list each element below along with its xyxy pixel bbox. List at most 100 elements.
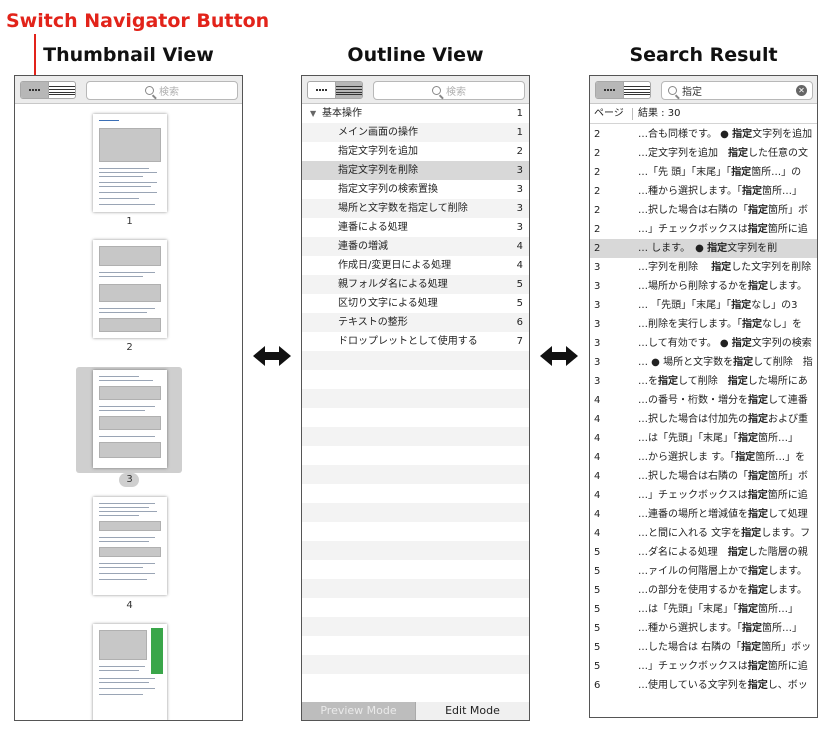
outline-item[interactable]: 場所と文字数を指定して削除 3	[302, 199, 529, 218]
outline-list: ▼ 基本操作 1 メイン画面の操作 1 指定文字列を追加 2 指定文字列を削除 3 指定文字列の検…	[302, 104, 529, 693]
search-result-row[interactable]: 6 …使用している文字列を指定し、ボッ	[590, 676, 817, 695]
search-input[interactable]: 検索	[373, 81, 525, 100]
grid-icon	[308, 86, 335, 95]
result-excerpt: …種から選択します。「指定箇所…」	[638, 186, 802, 197]
search-placeholder: 検索	[446, 87, 466, 98]
outline-mode-button[interactable]	[47, 82, 75, 98]
result-excerpt: …択した場合は付加先の指定および重	[638, 414, 808, 425]
query-highlight: 指定	[727, 547, 748, 558]
search-result-row[interactable]: 4 …」チェックボックスは指定箇所に追	[590, 486, 817, 505]
search-result-row[interactable]: 3 …場所から削除するかを指定します。	[590, 277, 817, 296]
outline-item[interactable]: 連番の増減 4	[302, 237, 529, 256]
page-thumbnail-1[interactable]	[93, 114, 167, 212]
search-result-row[interactable]: 4 …と間に入れる 文字を指定します。フ	[590, 524, 817, 543]
query-highlight: 指定	[748, 395, 768, 406]
search-result-row[interactable]: 3 … ● 場所と文字数を指定して削除 指	[590, 353, 817, 372]
result-page-number: 4	[594, 433, 601, 444]
search-result-row[interactable]: 4 …連番の場所と増減値を指定して処理	[590, 505, 817, 524]
outline-item-title: 区切り文字による処理	[338, 298, 438, 309]
query-highlight: 指定	[733, 357, 754, 368]
query-highlight: 指定	[742, 319, 762, 330]
query-highlight: 指定	[742, 623, 762, 634]
search-result-row[interactable]: 3 … 「先頭」「末尾」「指定なし」の3	[590, 296, 817, 315]
result-excerpt: …使用している文字列を指定し、ボッ	[638, 680, 808, 691]
clear-search-icon[interactable]: ✕	[796, 85, 807, 96]
disclosure-triangle-icon[interactable]: ▼	[310, 104, 316, 123]
query-highlight: 指定	[731, 167, 752, 178]
search-result-row[interactable]: 3 …字列を削除 指定した文字列を削除	[590, 258, 817, 277]
empty-row	[302, 370, 529, 389]
outline-item[interactable]: 親フォルダ名による処理 5	[302, 275, 529, 294]
switch-navigator-button[interactable]	[20, 81, 76, 99]
search-result-row[interactable]: 5 …ァイルの何階層上かで指定します。	[590, 562, 817, 581]
search-result-row[interactable]: 5 …した場合は 右隣の「指定箇所」ボッ	[590, 638, 817, 657]
search-result-row[interactable]: 2 …択した場合は右隣の「指定箇所」ボ	[590, 201, 817, 220]
search-result-row[interactable]: 2 … します。 ● 指定文字列を削	[590, 239, 817, 258]
result-excerpt: …合も同様です。 ● 指定文字列を追加	[638, 129, 813, 140]
search-result-row[interactable]: 4 …の番号・桁数・増分を指定して連番	[590, 391, 817, 410]
search-result-row[interactable]: 2 …定文字列を追加 指定した任意の文	[590, 144, 817, 163]
search-result-row[interactable]: 2 …「先 頭」「末尾」「指定箇所…」の	[590, 163, 817, 182]
list-icon	[48, 85, 75, 95]
preview-mode-button[interactable]: Preview Mode	[302, 702, 415, 720]
search-result-row[interactable]: 5 …ダ名による処理 指定した階層の親	[590, 543, 817, 562]
query-highlight: 指定	[742, 186, 762, 197]
outline-item[interactable]: 指定文字列の検索置換 3	[302, 180, 529, 199]
thumbnail-mode-button[interactable]	[596, 82, 623, 98]
result-page-number: 4	[594, 528, 601, 539]
search-result-row[interactable]: 4 …は「先頭」「末尾」「指定箇所…」	[590, 429, 817, 448]
search-result-row[interactable]: 2 …」チェックボックスは指定箇所に追	[590, 220, 817, 239]
search-result-row[interactable]: 3 …を指定して削除 指定した場所にあ	[590, 372, 817, 391]
outline-item-page: 1	[516, 127, 523, 138]
page-number-label: 3	[126, 474, 133, 485]
page-thumbnail-3[interactable]	[93, 370, 167, 468]
result-excerpt: …「先 頭」「末尾」「指定箇所…」の	[638, 167, 802, 178]
page-thumbnail-4[interactable]	[93, 497, 167, 595]
search-result-row[interactable]: 3 …削除を実行します。「指定なし」を	[590, 315, 817, 334]
page-thumbnail-2[interactable]	[93, 240, 167, 338]
search-result-row[interactable]: 4 …択した場合は右隣の「指定箇所」ボ	[590, 467, 817, 486]
search-result-row[interactable]: 5 …」チェックボックスは指定箇所に追	[590, 657, 817, 676]
query-highlight: 指定	[748, 566, 768, 577]
query-highlight: 指定	[707, 243, 728, 254]
result-page-number: 2	[594, 148, 601, 159]
result-excerpt: …種から選択します。「指定箇所…」	[638, 623, 802, 634]
outline-item[interactable]: テキストの整形 6	[302, 313, 529, 332]
outline-item[interactable]: ▼ 基本操作 1	[302, 104, 529, 123]
search-result-row[interactable]: 2 …種から選択します。「指定箇所…」	[590, 182, 817, 201]
outline-item-title: 指定文字列の検索置換	[338, 184, 438, 195]
result-page-number: 4	[594, 395, 601, 406]
outline-item-page: 6	[516, 317, 523, 328]
outline-item[interactable]: 作成日/変更日による処理 4	[302, 256, 529, 275]
outline-item[interactable]: ドロップレットとして使用する 7	[302, 332, 529, 351]
search-input[interactable]: 指定 ✕	[661, 81, 813, 100]
thumbnail-mode-button[interactable]	[308, 82, 335, 98]
edit-mode-button[interactable]: Edit Mode	[415, 702, 529, 720]
search-result-row[interactable]: 2 …合も同様です。 ● 指定文字列を追加	[590, 125, 817, 144]
outline-mode-button[interactable]	[334, 82, 362, 98]
result-count: 結果 : 30	[638, 108, 681, 119]
thumbnail-mode-button[interactable]	[21, 82, 48, 98]
result-excerpt: …」チェックボックスは指定箇所に追	[638, 661, 808, 672]
search-result-row[interactable]: 4 …択した場合は付加先の指定および重	[590, 410, 817, 429]
switch-navigator-button[interactable]	[595, 81, 651, 99]
outline-item[interactable]: 区切り文字による処理 5	[302, 294, 529, 313]
page-thumbnail-5[interactable]	[93, 624, 167, 720]
search-result-row[interactable]: 5 …の部分を使用するかを指定します。	[590, 581, 817, 600]
outline-mode-button[interactable]	[622, 82, 650, 98]
page-number-label: 2	[126, 342, 133, 353]
search-result-row[interactable]: 5 …は「先頭」「末尾」「指定箇所…」	[590, 600, 817, 619]
search-result-row[interactable]: 4 …から選択しま す。「指定箇所…」を	[590, 448, 817, 467]
double-arrow-icon	[253, 346, 291, 366]
outline-item[interactable]: 指定文字列を追加 2	[302, 142, 529, 161]
result-page-number: 3	[594, 300, 601, 311]
switch-navigator-button[interactable]	[307, 81, 363, 99]
outline-item[interactable]: メイン画面の操作 1	[302, 123, 529, 142]
result-page-number: 3	[594, 357, 601, 368]
search-input[interactable]: 検索	[86, 81, 238, 100]
result-excerpt: …と間に入れる 文字を指定します。フ	[638, 528, 811, 539]
search-result-row[interactable]: 3 …して有効です。 ● 指定文字列の検索	[590, 334, 817, 353]
search-result-row[interactable]: 5 …種から選択します。「指定箇所…」	[590, 619, 817, 638]
outline-item[interactable]: 連番による処理 3	[302, 218, 529, 237]
outline-item[interactable]: 指定文字列を削除 3	[302, 161, 529, 180]
